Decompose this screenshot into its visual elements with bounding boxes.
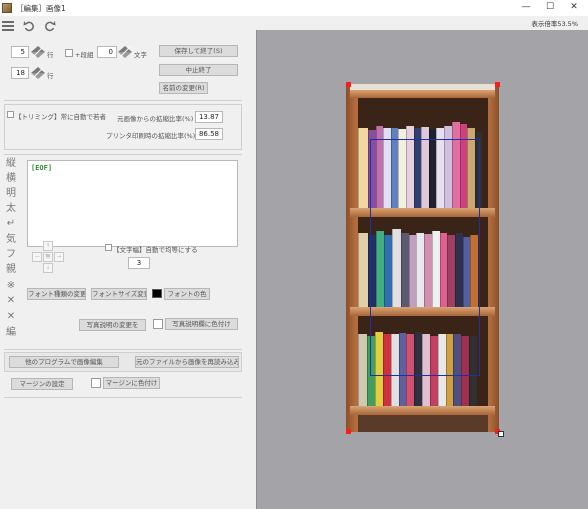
resize-grip[interactable]: [498, 431, 504, 437]
crop-handle-top-right[interactable]: [495, 82, 500, 87]
eof-marker: [EOF]: [31, 164, 53, 172]
char-width-label: 【文字幅】自動で均等にする: [113, 246, 198, 254]
lines-input[interactable]: 5: [11, 46, 29, 58]
clear-icon[interactable]: ✕: [5, 295, 17, 307]
divider: [4, 154, 242, 155]
crop-handle-top-left[interactable]: [346, 82, 351, 87]
menu-icon[interactable]: [2, 20, 14, 34]
rename-button[interactable]: 名前の変更(R): [159, 82, 208, 94]
margin-settings-button[interactable]: マージンの設定: [11, 378, 73, 390]
vertical-checkbox[interactable]: [65, 49, 73, 57]
minimize-button[interactable]: —: [515, 1, 537, 14]
rows-spinner[interactable]: [31, 67, 45, 79]
lines-spinner[interactable]: [31, 46, 45, 58]
print-ratio-label: プリンタ印刷時の拡縮比率(%): [106, 132, 196, 140]
left-toolbar: [0, 16, 246, 36]
bold-icon[interactable]: 太: [5, 203, 17, 215]
margin-color-button[interactable]: マージンに色付け: [103, 377, 160, 389]
redo-icon[interactable]: [44, 20, 56, 34]
rows-unit: 行: [47, 72, 54, 80]
display-ratio-label: 元画像からの拡縮比率(%): [117, 115, 194, 123]
edit-icon[interactable]: 編: [5, 327, 17, 339]
divider: [4, 100, 242, 101]
zoom-readout: 表示倍率53.5%: [531, 20, 578, 28]
edit-other-program-button[interactable]: 他のプログラムで画像編集: [9, 356, 119, 368]
chars-spinner[interactable]: [118, 46, 132, 58]
window-title: ［編集］画像1: [16, 4, 66, 13]
style-icon[interactable]: 気: [5, 234, 17, 246]
font-type-button[interactable]: フォント種類の変更: [27, 288, 86, 300]
reload-original-button[interactable]: 元のファイルから画像を再読み込み: [135, 356, 239, 368]
image-canvas[interactable]: [256, 30, 588, 509]
symbol-icon[interactable]: ※: [5, 280, 17, 292]
save-exit-button[interactable]: 保存して終了(S): [159, 45, 238, 57]
lines-unit: 行: [47, 51, 54, 59]
undo-icon[interactable]: [23, 20, 35, 34]
font-size-button[interactable]: フォントサイズ変更: [91, 288, 147, 300]
display-ratio-value: 13.87: [195, 111, 223, 123]
crop-handle-bottom-left[interactable]: [346, 429, 351, 434]
caption-color-checkbox[interactable]: [153, 319, 163, 329]
print-ratio-value: 86.58: [195, 128, 223, 140]
font-color-button[interactable]: フォントの色: [164, 288, 210, 300]
close-button[interactable]: ✕: [563, 1, 585, 14]
char-width-value[interactable]: 3: [128, 257, 150, 269]
nav-center-button[interactable]: 無: [43, 252, 53, 262]
return-icon[interactable]: ↵: [5, 218, 17, 230]
nav-left-button[interactable]: —: [32, 252, 42, 262]
left-panel: 5 行 +段組 0 文字 18 行 保存して終了(S) 中止終了 名前の変更(R…: [0, 16, 246, 509]
nav-down-button[interactable]: ↓: [43, 263, 53, 273]
caption-color-button[interactable]: 写真説明欄に色付け: [165, 318, 238, 330]
nav-up-button[interactable]: ↑: [43, 241, 53, 251]
char-width-checkbox[interactable]: [105, 244, 112, 251]
mincho-font-icon[interactable]: 明: [5, 188, 17, 200]
margin-color-checkbox[interactable]: [91, 378, 101, 388]
trimming-checkbox-label: 【トリミング】常に自動で若者: [15, 113, 106, 121]
chars-input[interactable]: 0: [97, 46, 117, 58]
change-caption-button[interactable]: 写真説明の変更を: [79, 319, 146, 331]
horizontal-text-icon[interactable]: 横: [5, 173, 17, 185]
rows-input[interactable]: 18: [11, 67, 29, 79]
trimming-checkbox[interactable]: [7, 111, 14, 118]
divider: [4, 397, 242, 398]
vertical-checkbox-label: +段組: [75, 51, 94, 59]
nav-right-button[interactable]: →: [54, 252, 64, 262]
divider: [4, 349, 242, 350]
caption-text-editor[interactable]: [EOF]: [27, 160, 238, 247]
app-icon: [2, 3, 12, 13]
title-bar: ［編集］画像1 — ☐ ✕: [0, 0, 588, 16]
crop-rectangle[interactable]: [370, 139, 480, 376]
vertical-text-icon[interactable]: 縦: [5, 158, 17, 170]
maximize-button[interactable]: ☐: [539, 1, 561, 14]
chars-unit: 文字: [134, 51, 147, 59]
font-color-swatch[interactable]: [152, 289, 162, 298]
abort-button[interactable]: 中止終了: [159, 64, 238, 76]
delete-icon[interactable]: ✕: [5, 311, 17, 323]
ruby-icon[interactable]: 親: [5, 264, 17, 276]
furigana-icon[interactable]: フ: [5, 249, 17, 261]
